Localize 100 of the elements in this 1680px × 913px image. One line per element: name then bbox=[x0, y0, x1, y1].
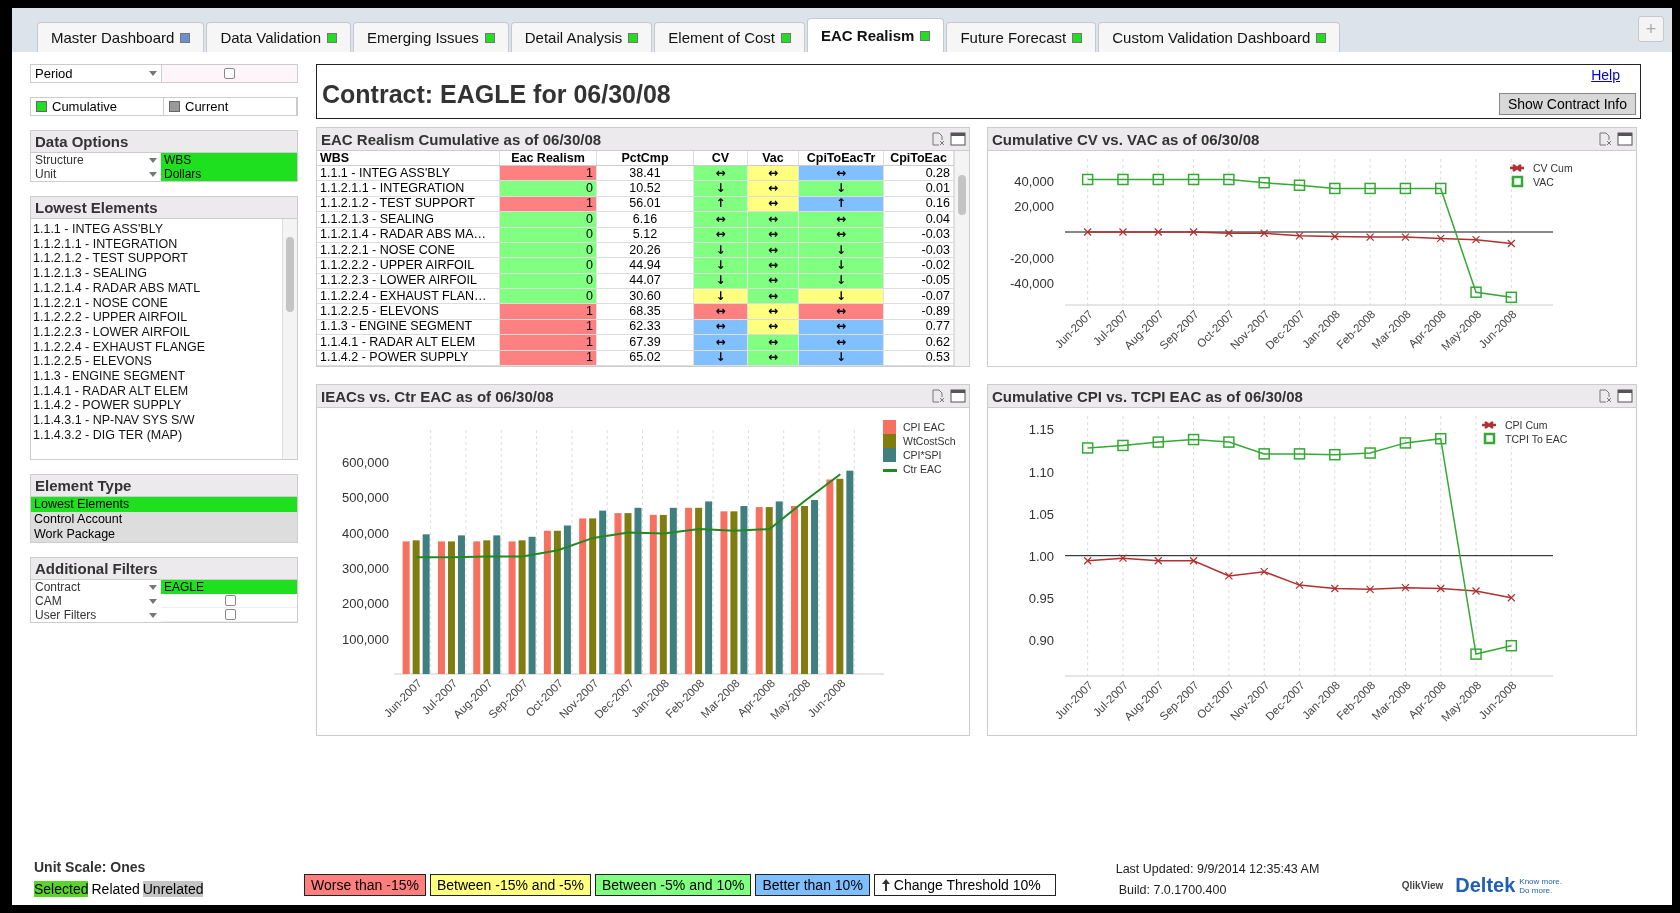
selection-legend-item: Selected bbox=[34, 881, 89, 897]
data-point bbox=[1081, 442, 1094, 454]
list-item[interactable]: 1.1.3 - ENGINE SEGMENT bbox=[33, 369, 280, 384]
export-icon[interactable] bbox=[931, 132, 945, 146]
help-link[interactable]: Help bbox=[1591, 67, 1620, 83]
tab[interactable]: EAC Realism bbox=[807, 18, 945, 52]
logo-tagline: Do more. bbox=[1519, 885, 1554, 895]
data-point bbox=[1152, 173, 1164, 186]
table-cell: 0.77 bbox=[883, 319, 954, 335]
scrollbar[interactable] bbox=[954, 151, 969, 366]
field-value[interactable]: EAGLE bbox=[161, 580, 297, 594]
panel-title: EAC Realism Cumulative as of 06/30/08 bbox=[321, 130, 602, 148]
legend-marker bbox=[1508, 163, 1526, 173]
data-point bbox=[1507, 239, 1516, 248]
tab[interactable]: Future Forecast bbox=[946, 22, 1097, 52]
list-item[interactable]: 1.1.2.2.5 - ELEVONS bbox=[33, 354, 280, 370]
field-label[interactable]: User Filters bbox=[31, 608, 161, 622]
list-item[interactable]: 1.1.4.3.2 - DIG TER (MAP) bbox=[33, 427, 280, 443]
tab[interactable]: Master Dashboard bbox=[37, 22, 205, 52]
maximize-icon[interactable] bbox=[1617, 389, 1633, 403]
export-icon[interactable] bbox=[1598, 389, 1612, 403]
list-item[interactable]: 1.1.4.2 - POWER SUPPLY bbox=[33, 398, 280, 414]
column-header[interactable]: CV bbox=[693, 151, 748, 166]
column-header[interactable]: PctCmp bbox=[596, 151, 694, 166]
scrollbar[interactable] bbox=[282, 219, 297, 459]
list-item[interactable]: 1.1.2.2.3 - LOWER AIRFOIL bbox=[33, 324, 280, 340]
data-point bbox=[1189, 556, 1198, 565]
list-item[interactable]: 1.1.4.1 - RADAR ALT ELEM bbox=[33, 383, 280, 399]
data-point bbox=[1260, 567, 1269, 576]
maximize-icon[interactable] bbox=[950, 389, 966, 403]
data-point bbox=[1223, 173, 1235, 186]
data-point bbox=[1471, 235, 1481, 244]
table-cell: 0.01 bbox=[883, 180, 954, 197]
list-item[interactable]: Lowest Elements bbox=[31, 497, 297, 512]
data-point bbox=[1152, 436, 1164, 448]
list-item[interactable]: 1.1.2.2.4 - EXHAUST FLANGE bbox=[33, 339, 280, 355]
panel-title: IEACs vs. Ctr EAC as of 06/30/08 bbox=[321, 387, 554, 405]
qlikview-logo: QlikView bbox=[1401, 880, 1444, 891]
data-point bbox=[1471, 586, 1481, 596]
list-item[interactable]: Control Account bbox=[31, 512, 297, 527]
field-value[interactable]: WBS bbox=[161, 153, 297, 167]
field-label[interactable]: Unit bbox=[31, 167, 161, 181]
change-threshold-button[interactable]: Change Threshold 10% bbox=[873, 874, 1056, 896]
field-label[interactable]: Structure bbox=[31, 153, 161, 167]
list-item[interactable]: 1.1.2.1.2 - TEST SUPPORT bbox=[33, 251, 280, 267]
checkbox[interactable] bbox=[224, 68, 235, 79]
tab[interactable]: Emerging Issues bbox=[353, 22, 509, 52]
list-item[interactable]: 1.1.2.2.2 - UPPER AIRFOIL bbox=[33, 310, 280, 325]
table-cell: 1.1.2.1.3 - SEALING bbox=[317, 211, 500, 227]
legend-label: WtCostSch bbox=[903, 435, 956, 447]
column-header[interactable]: CpiToEac bbox=[883, 151, 954, 166]
table-cell: 44.07 bbox=[596, 273, 694, 289]
panel-title: Cumulative CV vs. VAC as of 06/30/08 bbox=[992, 130, 1260, 148]
legend-label: CV Cum bbox=[1533, 162, 1573, 174]
checkbox[interactable] bbox=[225, 609, 236, 620]
threshold-legend-item: Between -5% and 10% bbox=[595, 874, 752, 896]
list-item[interactable]: 1.1.2.2.1 - NOSE CONE bbox=[33, 295, 280, 311]
table-cell: 68.35 bbox=[596, 303, 694, 320]
tab[interactable]: Data Validation bbox=[206, 22, 352, 52]
tab[interactable]: Custom Validation Dashboard bbox=[1098, 22, 1341, 52]
field-label[interactable]: CAM bbox=[31, 594, 161, 608]
export-icon[interactable] bbox=[931, 389, 945, 403]
list-item[interactable]: 1.1.2.1.4 - RADAR ABS MATL bbox=[33, 280, 280, 296]
mode-option[interactable]: Current bbox=[164, 98, 297, 115]
column-header[interactable]: Eac Realism bbox=[499, 151, 597, 166]
logo-tagline: Know more. bbox=[1519, 876, 1562, 886]
field-label[interactable]: Contract bbox=[31, 580, 161, 594]
table-cell: 1.1.2.1.1 - INTEGRATION bbox=[317, 180, 500, 197]
data-point bbox=[1436, 584, 1445, 593]
list-item[interactable]: 1.1.4.3.1 - NP-NAV SYS S/W bbox=[33, 413, 280, 428]
column-header[interactable]: Vac bbox=[747, 151, 799, 166]
list-item[interactable]: Work Package bbox=[31, 527, 297, 542]
legend-label: TCPI To EAC bbox=[1505, 433, 1568, 445]
data-point bbox=[1505, 639, 1518, 652]
data-point bbox=[1505, 291, 1518, 304]
tab[interactable]: Detail Analysis bbox=[510, 22, 653, 52]
checkbox[interactable] bbox=[225, 595, 236, 606]
list-item[interactable]: 1.1.2.1.3 - SEALING bbox=[33, 266, 280, 281]
data-point bbox=[1435, 432, 1447, 445]
legend-label: Ctr EAC bbox=[903, 463, 942, 475]
export-icon[interactable] bbox=[1598, 132, 1612, 146]
list-item[interactable]: 1.1.1 - INTEG ASS'BLY bbox=[33, 222, 280, 237]
column-header[interactable]: WBS bbox=[317, 151, 500, 166]
column-header[interactable]: CpiToEacTr bbox=[798, 151, 884, 166]
axis-label: 1.05 bbox=[1028, 506, 1054, 522]
data-point bbox=[1470, 648, 1482, 660]
field-value[interactable]: Dollars bbox=[161, 167, 297, 181]
show-contract-info-button[interactable]: Show Contract Info bbox=[1498, 93, 1636, 115]
data-point bbox=[1083, 227, 1092, 237]
legend-label: CPI EAC bbox=[903, 421, 945, 433]
data-point bbox=[1118, 554, 1128, 563]
caret-icon[interactable] bbox=[149, 71, 157, 76]
table-cell: -0.03 bbox=[883, 242, 954, 258]
mode-option[interactable]: Cumulative bbox=[31, 98, 164, 115]
maximize-icon[interactable] bbox=[950, 132, 966, 146]
tab[interactable]: Element of Cost bbox=[654, 22, 805, 52]
data-point bbox=[1118, 227, 1128, 237]
threshold-legend-item: Worse than -15% bbox=[304, 874, 426, 896]
list-item[interactable]: 1.1.2.1.1 - INTEGRATION bbox=[33, 236, 280, 252]
maximize-icon[interactable] bbox=[1617, 132, 1633, 146]
